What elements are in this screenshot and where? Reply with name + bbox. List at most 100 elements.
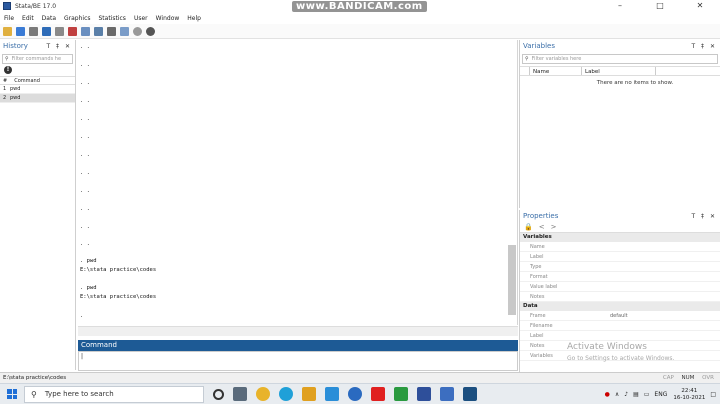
variables-pane-controls[interactable]: T ‡ ✕ bbox=[691, 43, 717, 50]
clock[interactable]: 22:41 16-10-2021 bbox=[673, 388, 705, 402]
properties-section-data[interactable]: Data bbox=[520, 302, 720, 311]
do-file-editor-icon[interactable] bbox=[81, 26, 90, 36]
language-indicator[interactable]: ENG bbox=[654, 391, 667, 398]
menu-user[interactable]: User bbox=[134, 15, 148, 22]
word-icon[interactable] bbox=[440, 387, 454, 401]
command-title: Command bbox=[81, 341, 117, 349]
excel-icon[interactable] bbox=[394, 387, 408, 401]
result-line: E:\stata practice\codes bbox=[80, 267, 157, 273]
error-filter-icon[interactable]: ! bbox=[4, 66, 12, 74]
more-icon[interactable] bbox=[133, 26, 142, 36]
system-tray: ● ∧ ♪ ▤ ▭ ENG 22:41 16-10-2021 □ bbox=[600, 384, 716, 405]
properties-title: Properties bbox=[523, 212, 559, 220]
menu-edit[interactable]: Edit bbox=[22, 15, 34, 22]
variables-filter-input[interactable]: ⚲ Filter variables here bbox=[522, 54, 718, 64]
result-line: . . bbox=[80, 206, 90, 212]
command-input[interactable]: | bbox=[78, 351, 518, 371]
volume-icon[interactable]: ♪ bbox=[624, 391, 628, 398]
chevron-up-icon[interactable]: ∧ bbox=[615, 391, 619, 398]
history-filter-input[interactable]: ⚲ Filter commands he bbox=[2, 54, 73, 64]
taskbar-search-input[interactable]: ⚲ Type here to search bbox=[24, 385, 204, 403]
activate-windows-title: Activate Windows bbox=[567, 342, 647, 352]
history-col-num[interactable]: # bbox=[0, 78, 7, 84]
stata-taskbar-icon[interactable] bbox=[417, 387, 431, 401]
property-row[interactable]: Name bbox=[520, 242, 720, 252]
results-hscrollbar[interactable] bbox=[78, 326, 518, 336]
cortana-icon[interactable] bbox=[213, 388, 224, 400]
results-scrollbar[interactable] bbox=[508, 245, 516, 315]
edge-icon[interactable] bbox=[279, 387, 293, 401]
search-icon: ⚲ bbox=[31, 389, 37, 399]
filter-icon: ⚲ bbox=[525, 56, 529, 62]
variables-title: Variables bbox=[523, 42, 555, 50]
print-icon[interactable] bbox=[29, 26, 38, 36]
menu-statistics[interactable]: Statistics bbox=[99, 15, 126, 22]
save-icon[interactable] bbox=[16, 26, 25, 36]
variables-pane: Variables T ‡ ✕ ⚲ Filter variables here … bbox=[519, 40, 720, 208]
forward-icon[interactable]: > bbox=[551, 223, 557, 231]
close-button[interactable]: ✕ bbox=[680, 0, 720, 12]
history-columns: # Command bbox=[0, 76, 75, 85]
property-row[interactable]: Format bbox=[520, 272, 720, 282]
variables-manager-icon[interactable] bbox=[120, 26, 129, 36]
back-icon[interactable]: < bbox=[539, 223, 545, 231]
app-icon[interactable] bbox=[348, 387, 362, 401]
property-row[interactable]: Label bbox=[520, 331, 720, 341]
menu-file[interactable]: File bbox=[4, 15, 14, 22]
menu-data[interactable]: Data bbox=[42, 15, 56, 22]
log-icon[interactable] bbox=[42, 26, 51, 36]
bandicam-tray-icon[interactable]: ● bbox=[605, 391, 610, 398]
variables-col-name[interactable]: Name bbox=[530, 67, 582, 75]
lock-icon[interactable]: 🔒 bbox=[524, 223, 533, 231]
notification-icon[interactable]: □ bbox=[710, 391, 716, 398]
open-icon[interactable] bbox=[3, 26, 12, 36]
properties-section-variables[interactable]: Variables bbox=[520, 233, 720, 242]
data-browser-icon[interactable] bbox=[107, 26, 116, 36]
toolbar bbox=[0, 24, 720, 39]
maximize-button[interactable]: □ bbox=[640, 0, 680, 12]
minimize-button[interactable]: – bbox=[600, 0, 640, 12]
property-row[interactable]: Label bbox=[520, 252, 720, 262]
menu-bar: File Edit Data Graphics Statistics User … bbox=[0, 12, 720, 24]
break-icon[interactable] bbox=[146, 26, 155, 36]
youtube-icon[interactable] bbox=[371, 387, 385, 401]
result-line: . . bbox=[80, 224, 90, 230]
zoom-icon[interactable] bbox=[325, 387, 339, 401]
history-pane-controls[interactable]: T ‡ ✕ bbox=[46, 43, 72, 50]
history-pane: History T ‡ ✕ ⚲ Filter commands he ! # C… bbox=[0, 40, 76, 370]
chrome-icon[interactable] bbox=[256, 387, 270, 401]
clock-date: 16-10-2021 bbox=[673, 394, 706, 401]
task-view-icon[interactable] bbox=[233, 387, 247, 401]
history-col-command[interactable]: Command bbox=[11, 78, 40, 84]
windows-logo-icon bbox=[7, 389, 17, 399]
start-button[interactable] bbox=[0, 384, 24, 405]
property-row[interactable]: Notes bbox=[520, 292, 720, 302]
property-row[interactable]: Type bbox=[520, 262, 720, 272]
property-row[interactable]: Filename bbox=[520, 321, 720, 331]
property-row[interactable]: Frame default bbox=[520, 311, 720, 321]
menu-window[interactable]: Window bbox=[156, 15, 180, 22]
ovr-indicator: OVR bbox=[702, 375, 714, 381]
caps-indicator: CAP bbox=[662, 375, 674, 381]
history-row[interactable]: 1 pwd bbox=[0, 85, 75, 94]
window-title: Stata/BE 17.0 bbox=[15, 2, 57, 10]
result-line: . . bbox=[80, 116, 90, 122]
data-editor-icon[interactable] bbox=[94, 26, 103, 36]
variables-col-label[interactable]: Label bbox=[582, 67, 656, 75]
result-line: . pwd bbox=[80, 258, 97, 264]
property-row[interactable]: Value label bbox=[520, 282, 720, 292]
bandicam-watermark: www.BANDICAM.com bbox=[292, 1, 427, 12]
menu-help[interactable]: Help bbox=[187, 15, 201, 22]
menu-graphics[interactable]: Graphics bbox=[64, 15, 91, 22]
history-row[interactable]: 2 pwd bbox=[0, 94, 75, 103]
variables-columns: Name Label bbox=[520, 66, 720, 76]
battery-icon[interactable]: ▭ bbox=[644, 391, 650, 398]
properties-pane-controls[interactable]: T ‡ ✕ bbox=[691, 213, 717, 220]
app-icon[interactable] bbox=[463, 387, 477, 401]
results-pane[interactable]: . . . . . . . . . . . . . . . . . . . . … bbox=[78, 40, 518, 325]
graph-icon[interactable] bbox=[68, 26, 77, 36]
viewer-icon[interactable] bbox=[55, 26, 64, 36]
network-icon[interactable]: ▤ bbox=[633, 391, 639, 398]
checkbox-col[interactable] bbox=[520, 67, 530, 75]
file-explorer-icon[interactable] bbox=[302, 387, 316, 401]
